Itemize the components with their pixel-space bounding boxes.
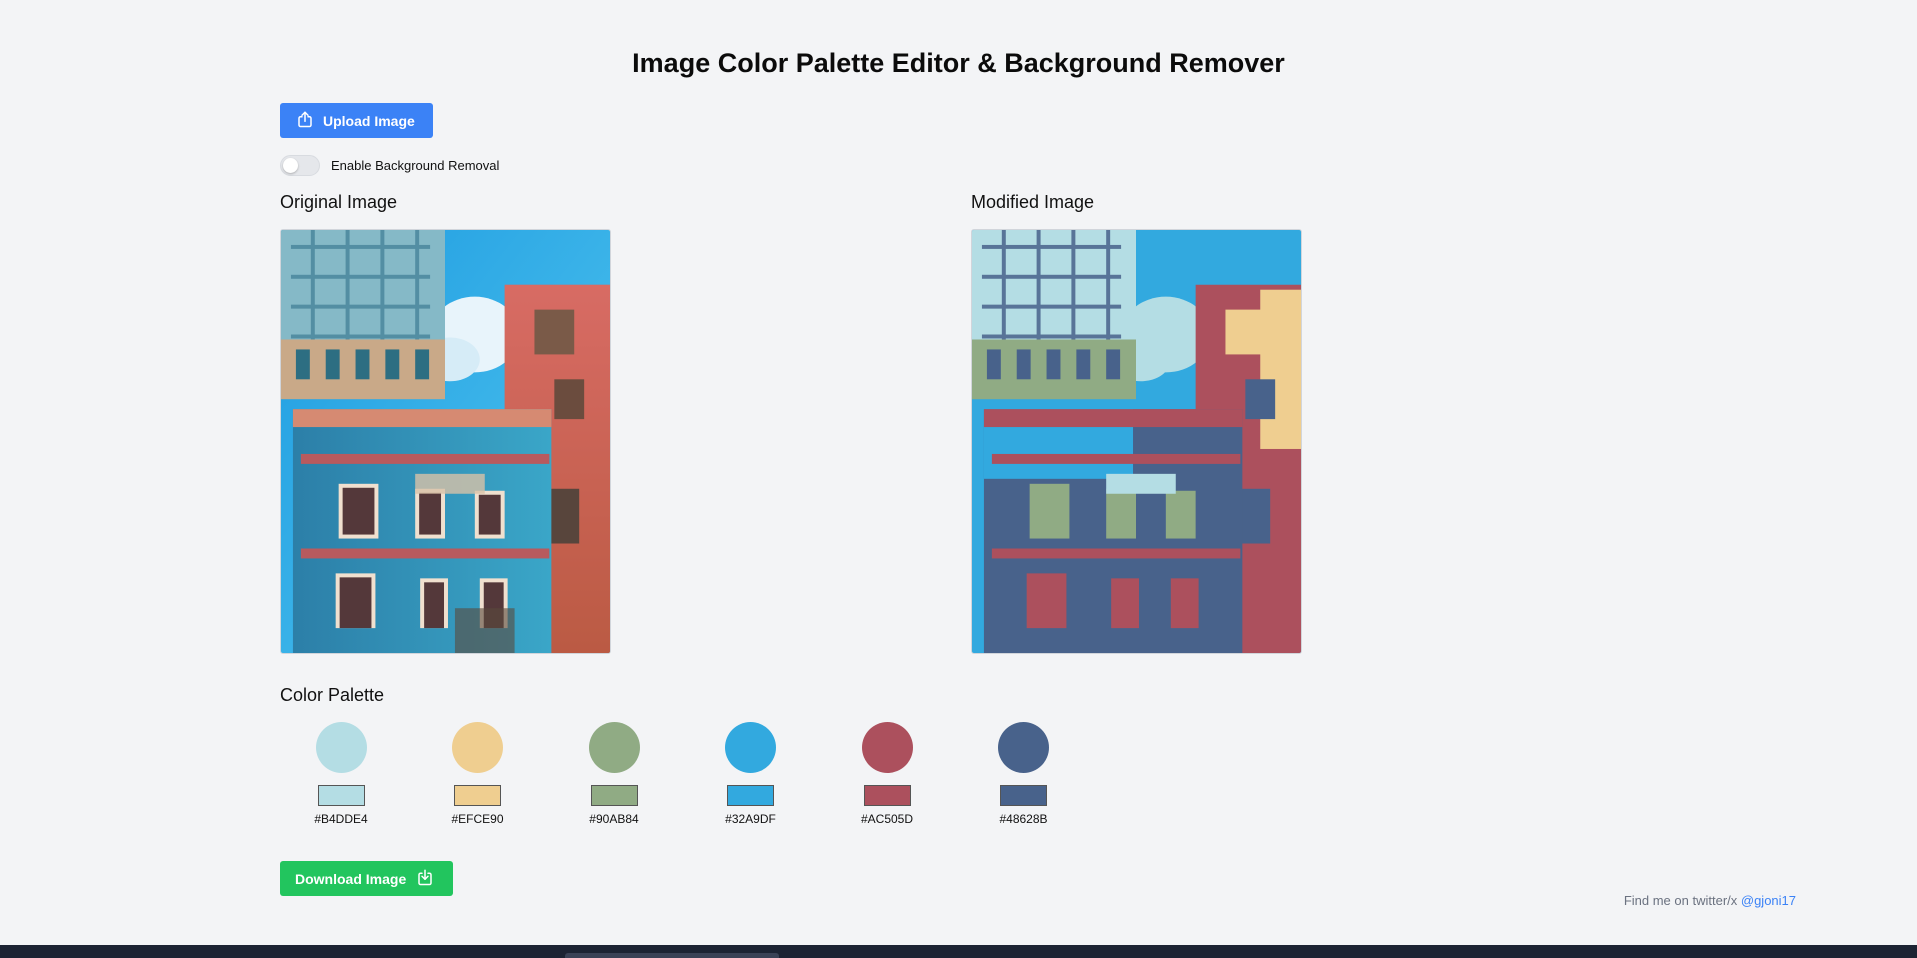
palette-swatch: #B4DDE4 [290, 722, 427, 826]
color-picker[interactable] [454, 785, 501, 806]
toggle-knob [283, 157, 298, 173]
download-image-label: Download Image [295, 870, 407, 887]
swatch-circle[interactable] [725, 722, 776, 773]
modified-image-heading: Modified Image [971, 192, 1095, 212]
original-image-heading: Original Image [280, 192, 398, 212]
swatch-hex-label: #B4DDE4 [314, 812, 368, 826]
color-picker[interactable] [863, 785, 911, 806]
palette-swatch: #AC505D [836, 722, 973, 826]
taskbar-search[interactable] [565, 953, 779, 958]
swatch-hex-label: #AC505D [860, 812, 914, 826]
palette-swatch: #32A9DF [700, 722, 837, 826]
swatch-circle[interactable] [861, 722, 913, 773]
color-palette-heading: Color Palette [280, 685, 385, 705]
footer: Find me on twitter/x @gjoni17 [1624, 893, 1796, 908]
swatch-hex-label: #32A9DF [725, 812, 776, 826]
upload-image-label: Upload Image [323, 112, 415, 129]
swatch-hex-label: #48628B [999, 812, 1048, 826]
taskbar [0, 945, 1917, 958]
twitter-link[interactable]: @gjoni17 [1741, 893, 1796, 908]
palette-swatch: #EFCE90 [427, 722, 564, 826]
footer-text: Find me on twitter/x [1623, 893, 1741, 908]
color-picker[interactable] [727, 785, 774, 806]
palette-swatch: #48628B [973, 722, 1110, 826]
modified-image [971, 229, 1302, 654]
swatch-circle[interactable] [315, 722, 367, 773]
upload-icon [296, 110, 314, 131]
download-image-button[interactable]: Download Image [280, 861, 453, 896]
swatch-circle[interactable] [452, 722, 503, 773]
swatch-hex-label: #EFCE90 [451, 812, 504, 826]
original-image [280, 229, 611, 654]
upload-image-button[interactable]: Upload Image [280, 103, 433, 138]
background-removal-row: Enable Background Removal [280, 154, 499, 176]
background-removal-toggle[interactable] [280, 154, 320, 176]
background-removal-label: Enable Background Removal [331, 157, 500, 173]
color-palette: #B4DDE4 #EFCE90 #90AB84 #32A9DF #AC505D … [290, 722, 1109, 826]
swatch-circle[interactable] [588, 722, 640, 773]
palette-swatch: #90AB84 [563, 722, 700, 826]
color-picker[interactable] [590, 785, 638, 806]
page-title: Image Color Palette Editor & Background … [632, 48, 1285, 78]
color-picker[interactable] [1000, 785, 1047, 806]
color-picker[interactable] [317, 785, 365, 806]
swatch-circle[interactable] [998, 722, 1049, 773]
download-icon [416, 868, 434, 889]
swatch-hex-label: #90AB84 [589, 812, 639, 826]
